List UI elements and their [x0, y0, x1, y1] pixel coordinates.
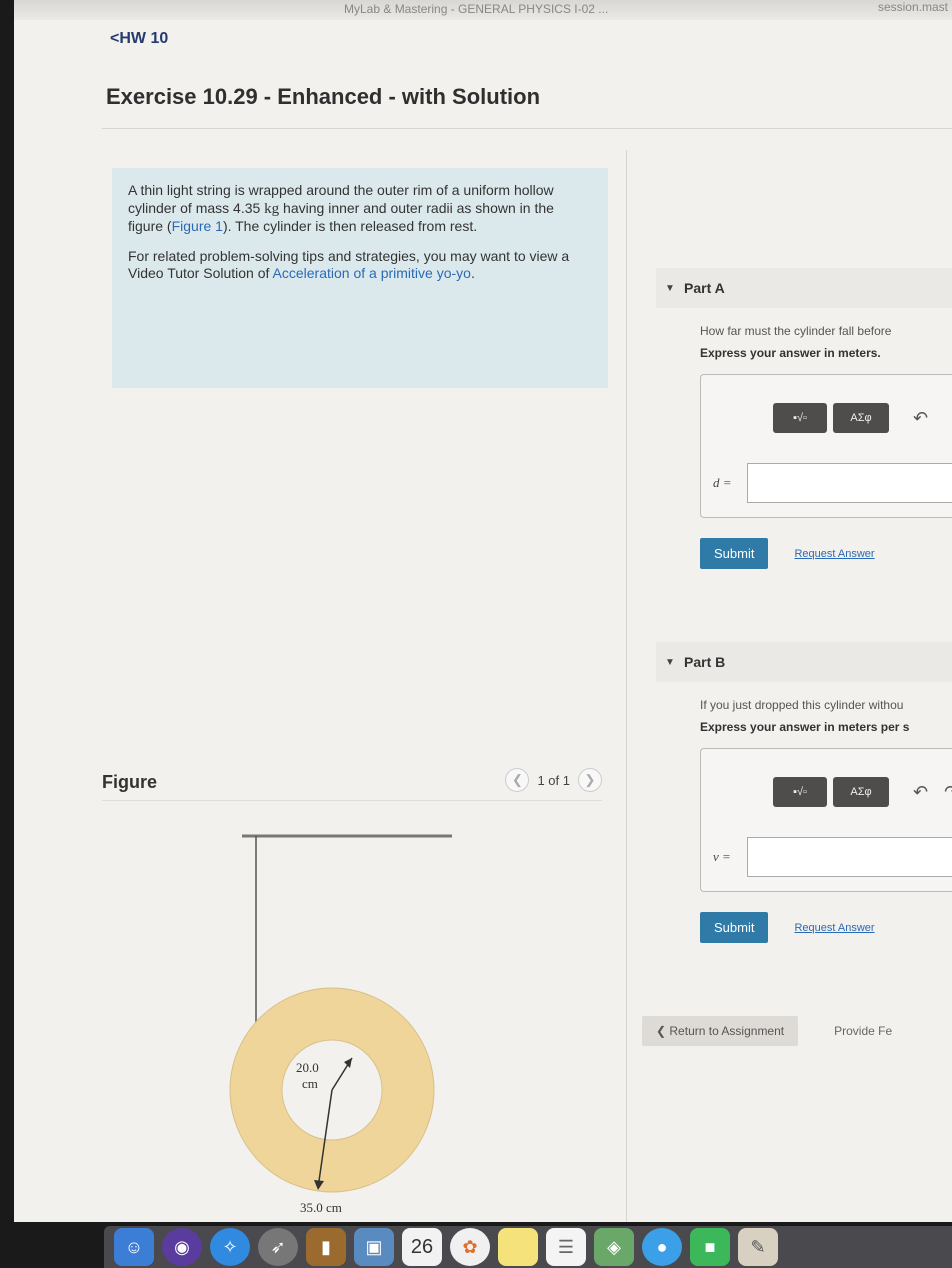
answer-variable-label: v = [713, 849, 731, 864]
browser-screen: MyLab & Mastering - GENERAL PHYSICS I-02… [14, 0, 952, 1222]
preview-icon[interactable]: ▣ [354, 1228, 394, 1266]
part-a-question: How far must the cylinder fall before [700, 324, 892, 338]
next-figure-button[interactable]: ❯ [578, 768, 602, 792]
figure-page-indicator: 1 of 1 [537, 772, 570, 788]
prev-figure-button[interactable]: ❮ [505, 768, 530, 792]
photos-icon[interactable]: ✿ [450, 1228, 490, 1266]
problem-column: A thin light string is wrapped around th… [102, 150, 627, 1222]
part-a-answer-box: ▪√▫ ΑΣφ ↶ d = [700, 374, 952, 518]
return-to-assignment-button[interactable]: ❮ Return to Assignment [642, 1016, 799, 1046]
part-a-instruction: Express your answer in meters. [700, 346, 881, 360]
problem-statement: A thin light string is wrapped around th… [112, 168, 608, 388]
part-b-actions: Submit Request Answer [700, 912, 952, 943]
siri-icon[interactable]: ◉ [162, 1228, 202, 1266]
macos-dock: ☺ ◉ ✧ ➶ ▮ ▣ 26 ✿ ☰ ◈ ● ■ ✎ [104, 1226, 952, 1268]
template-button[interactable]: ▪√▫ [773, 777, 827, 807]
answer-input-d[interactable] [747, 463, 952, 503]
facetime-icon[interactable]: ■ [690, 1228, 730, 1266]
contacts-icon[interactable]: ▮ [306, 1228, 346, 1266]
part-b-instruction: Express your answer in meters per s [700, 720, 910, 734]
chevron-right-icon: ❯ [584, 772, 596, 787]
textedit-icon[interactable]: ✎ [738, 1228, 778, 1266]
browser-tab-strip: MyLab & Mastering - GENERAL PHYSICS I-02… [14, 0, 952, 20]
figure-title: Figure [102, 772, 158, 792]
figure-1-link[interactable]: Figure 1 [172, 218, 223, 234]
problem-paragraph-1: A thin light string is wrapped around th… [128, 182, 592, 236]
provide-feedback-link[interactable]: Provide Fe [834, 1024, 892, 1038]
figure-pagination: ❮ 1 of 1 ❯ [505, 768, 602, 792]
launchpad-icon[interactable]: ➶ [258, 1228, 298, 1266]
greek-symbols-button[interactable]: ΑΣφ [833, 403, 889, 433]
browser-tab-title[interactable]: MyLab & Mastering - GENERAL PHYSICS I-02… [344, 2, 608, 16]
messages-icon[interactable]: ● [642, 1228, 682, 1266]
figure-header: Figure ❮ 1 of 1 ❯ [102, 768, 602, 801]
video-tutor-link[interactable]: Acceleration of a primitive yo-yo [273, 265, 471, 281]
request-answer-link[interactable]: Request Answer [794, 548, 874, 560]
template-button[interactable]: ▪√▫ [773, 403, 827, 433]
back-to-hw-link[interactable]: <HW 10 [110, 30, 168, 48]
caret-down-icon: ▼ [665, 282, 675, 294]
notes-icon[interactable] [498, 1228, 538, 1266]
answer-variable-label: d = [713, 475, 732, 490]
part-a-label: Part A [684, 280, 725, 296]
page-title: Exercise 10.29 - Enhanced - with Solutio… [106, 84, 541, 109]
problem-text: . [470, 265, 475, 282]
safari-icon[interactable]: ✧ [210, 1228, 250, 1266]
calendar-icon[interactable]: 26 [402, 1228, 442, 1266]
problem-text: ). The cylinder is then released from re… [222, 218, 478, 235]
submit-button[interactable]: Submit [700, 912, 769, 943]
maps-icon[interactable]: ◈ [594, 1228, 634, 1266]
submit-button[interactable]: Submit [700, 538, 769, 569]
part-b: ▼ Part B If you just dropped this cylind… [656, 642, 952, 943]
redo-icon[interactable]: ↷ [944, 782, 952, 803]
caret-down-icon: ▼ [665, 656, 675, 668]
divider [102, 128, 952, 129]
undo-icon[interactable]: ↶ [913, 408, 928, 429]
undo-icon[interactable]: ↶ [913, 782, 928, 803]
mass-unit: kg [264, 200, 280, 217]
bottom-navigation: ❮ Return to Assignment Provide Fe [642, 1016, 892, 1046]
cylinder-figure: 20.0 cm 35.0 cm [229, 834, 452, 1215]
problem-paragraph-2: For related problem-solving tips and str… [128, 248, 592, 283]
parts-column: ▼ Part A How far must the cylinder fall … [642, 150, 952, 1222]
browser-tab-session[interactable]: session.mast [878, 0, 948, 14]
greek-symbols-button[interactable]: ΑΣφ [833, 777, 889, 807]
inner-radius-label-2: cm [302, 1076, 318, 1091]
part-b-question: If you just dropped this cylinder withou [700, 698, 904, 712]
inner-radius-label-1: 20.0 [296, 1060, 319, 1075]
part-a-header[interactable]: ▼ Part A [656, 268, 952, 308]
outer-radius-label: 35.0 cm [300, 1200, 342, 1215]
part-a-actions: Submit Request Answer [700, 538, 952, 569]
chevron-left-icon: ❮ [512, 772, 523, 787]
request-answer-link[interactable]: Request Answer [794, 922, 874, 934]
math-toolbar: ▪√▫ ΑΣφ ↶ ↷ [773, 777, 952, 807]
part-b-answer-box: ▪√▫ ΑΣφ ↶ ↷ v = [700, 748, 952, 892]
answer-input-v[interactable] [747, 837, 952, 877]
part-b-header[interactable]: ▼ Part B [656, 642, 952, 682]
math-toolbar: ▪√▫ ΑΣφ ↶ [773, 403, 928, 433]
reminders-icon[interactable]: ☰ [546, 1228, 586, 1266]
part-a: ▼ Part A How far must the cylinder fall … [656, 268, 952, 569]
part-b-label: Part B [684, 654, 726, 670]
finder-icon[interactable]: ☺ [114, 1228, 154, 1266]
